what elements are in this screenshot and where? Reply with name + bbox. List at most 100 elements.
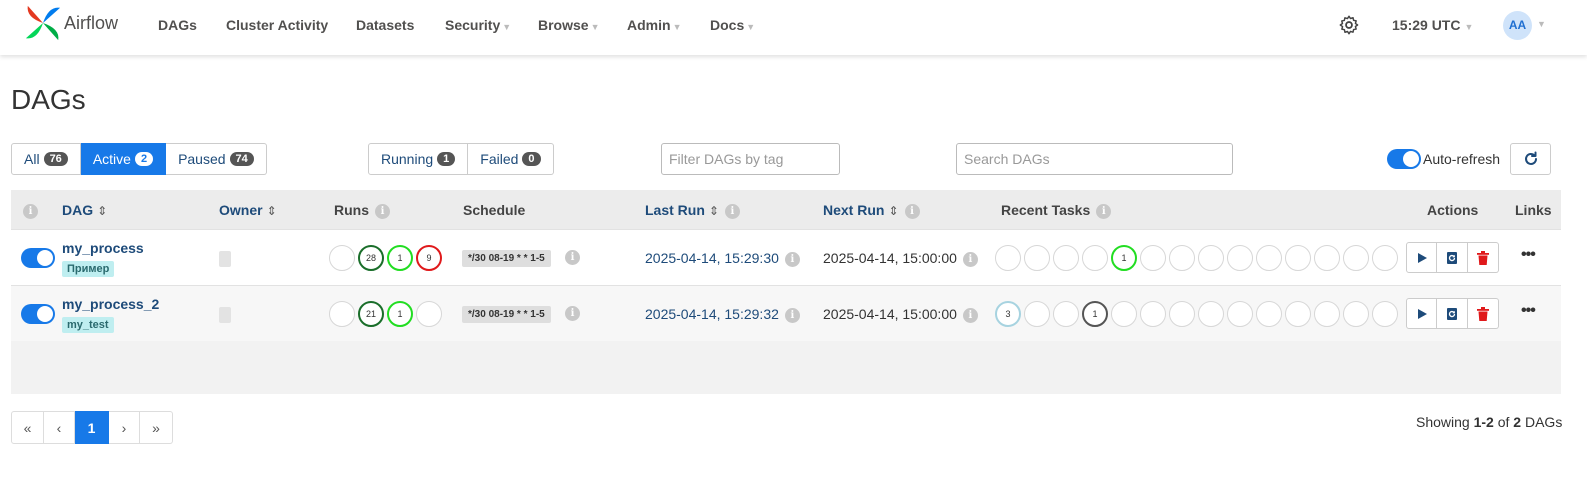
task-state-circle[interactable] [995, 245, 1021, 271]
page-next-button[interactable]: › [109, 411, 140, 444]
last-run-link[interactable]: 2025-04-14, 15:29:32 i [645, 306, 800, 323]
page-prev-button[interactable]: ‹ [44, 411, 75, 444]
task-state-circle[interactable] [1024, 301, 1050, 327]
info-icon[interactable]: i [375, 203, 390, 219]
dag-pause-toggle[interactable] [21, 304, 55, 324]
task-state-circle[interactable] [1169, 245, 1195, 271]
trigger-dag-button[interactable] [1406, 298, 1437, 329]
run-state-circle[interactable]: 9 [416, 245, 442, 271]
dag-id-link[interactable]: my_process_2 [62, 296, 159, 312]
info-icon[interactable]: i [565, 306, 580, 321]
task-state-circle[interactable] [1198, 301, 1224, 327]
more-links-icon[interactable]: ••• [1521, 246, 1536, 264]
showing-range: 1-2 [1473, 414, 1494, 430]
task-state-circle[interactable] [1227, 245, 1253, 271]
run-state-circle[interactable] [416, 301, 442, 327]
task-state-circle[interactable] [1314, 245, 1340, 271]
user-avatar[interactable]: AA [1503, 11, 1532, 40]
run-state-circle[interactable] [329, 301, 355, 327]
task-state-circle[interactable] [1372, 245, 1398, 271]
task-state-circle[interactable] [1024, 245, 1050, 271]
task-state-circle[interactable] [1111, 301, 1137, 327]
clear-dag-button[interactable] [1437, 242, 1468, 273]
dag-tag[interactable]: Пример [62, 261, 115, 277]
nav-docs[interactable]: Docs ▼ [710, 17, 755, 33]
page-first-button[interactable]: « [11, 411, 44, 444]
task-state-circle[interactable]: 1 [1082, 301, 1108, 327]
filter-label: Active [92, 151, 131, 167]
gear-icon[interactable] [1338, 14, 1360, 36]
task-state-circle[interactable] [1053, 301, 1079, 327]
last-run-link[interactable]: 2025-04-14, 15:29:30 i [645, 250, 800, 267]
page-last-button[interactable]: » [140, 411, 173, 444]
task-state-circle[interactable] [1082, 245, 1108, 271]
nav-cluster-activity[interactable]: Cluster Activity [226, 17, 328, 33]
search-input[interactable] [956, 143, 1233, 175]
filter-active-button[interactable]: Active 2 [80, 143, 167, 175]
task-state-circle[interactable] [1140, 245, 1166, 271]
task-state-circle[interactable] [1372, 301, 1398, 327]
dag-id-link[interactable]: my_process [62, 240, 144, 256]
task-state-circle[interactable]: 3 [995, 301, 1021, 327]
trigger-dag-button[interactable] [1406, 242, 1437, 273]
filter-running-button[interactable]: Running 1 [368, 143, 469, 175]
nav-datasets[interactable]: Datasets [356, 17, 414, 33]
run-state-circle[interactable] [329, 245, 355, 271]
delete-dag-button[interactable] [1468, 298, 1499, 329]
airflow-logo[interactable] [24, 4, 62, 42]
task-state-circle[interactable] [1343, 245, 1369, 271]
task-state-circle[interactable] [1314, 301, 1340, 327]
filter-failed-button[interactable]: Failed 0 [468, 143, 554, 175]
run-state-circle[interactable]: 28 [358, 245, 384, 271]
info-icon[interactable]: i [962, 251, 978, 267]
nav-admin[interactable]: Admin ▼ [627, 17, 681, 33]
run-state-filter-group: Running 1 Failed 0 [368, 143, 554, 175]
task-state-circle[interactable] [1198, 245, 1224, 271]
nav-security[interactable]: Security ▼ [445, 17, 511, 33]
filter-paused-button[interactable]: Paused 74 [166, 143, 267, 175]
schedule-badge[interactable]: */30 08-19 * * 1-5 [462, 306, 551, 323]
dag-tag[interactable]: my_test [62, 317, 114, 333]
task-state-circle[interactable] [1140, 301, 1166, 327]
info-icon[interactable]: i [23, 203, 38, 219]
auto-refresh-toggle[interactable] [1387, 149, 1421, 169]
run-state-circle[interactable]: 1 [387, 245, 413, 271]
dag-pause-toggle[interactable] [21, 248, 55, 268]
info-icon[interactable]: i [565, 250, 580, 265]
info-icon[interactable]: i [784, 251, 800, 267]
task-state-circle[interactable] [1343, 301, 1369, 327]
delete-dag-button[interactable] [1468, 242, 1499, 273]
info-icon[interactable]: i [784, 307, 800, 323]
header-dag[interactable]: DAG ⇕ [62, 202, 107, 218]
task-state-circle[interactable]: 1 [1111, 245, 1137, 271]
header-last-run[interactable]: Last Run ⇕ i [645, 202, 740, 219]
more-links-icon[interactable]: ••• [1521, 302, 1536, 320]
header-label: DAG [62, 202, 94, 218]
tag-filter-input[interactable] [661, 143, 840, 175]
page-current-button[interactable]: 1 [75, 411, 109, 444]
task-state-circle[interactable] [1285, 301, 1311, 327]
schedule-badge[interactable]: */30 08-19 * * 1-5 [462, 250, 551, 267]
task-state-circle[interactable] [1256, 301, 1282, 327]
task-state-circle[interactable] [1256, 245, 1282, 271]
task-state-circle[interactable] [1053, 245, 1079, 271]
info-icon[interactable]: i [962, 307, 978, 323]
task-state-circle[interactable] [1285, 245, 1311, 271]
info-icon[interactable]: i [1096, 203, 1112, 219]
task-state-circle[interactable] [1227, 301, 1253, 327]
run-state-circle[interactable]: 1 [387, 301, 413, 327]
run-state-circle[interactable]: 21 [358, 301, 384, 327]
nav-browse[interactable]: Browse ▼ [538, 17, 600, 33]
refresh-button[interactable] [1510, 143, 1551, 175]
task-state-circle[interactable] [1169, 301, 1195, 327]
info-icon[interactable]: i [904, 203, 920, 219]
info-icon[interactable]: i [724, 203, 740, 219]
chevron-down-icon[interactable]: ▼ [1537, 19, 1546, 29]
header-next-run[interactable]: Next Run ⇕ i [823, 202, 920, 219]
utc-clock[interactable]: 15:29 UTC ▼ [1392, 17, 1473, 33]
clear-dag-button[interactable] [1437, 298, 1468, 329]
filter-all-button[interactable]: All 76 [11, 143, 81, 175]
brand-name[interactable]: Airflow [64, 13, 118, 34]
header-owner[interactable]: Owner ⇕ [219, 202, 277, 218]
nav-dags[interactable]: DAGs [158, 17, 197, 33]
